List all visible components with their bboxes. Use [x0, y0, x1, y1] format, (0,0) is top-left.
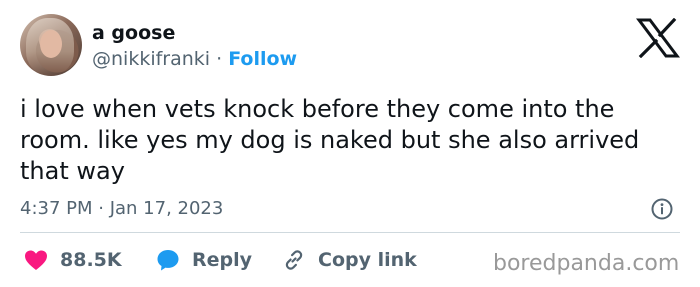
tweet-card: a goose @nikkifranki · Follow i love whe… [0, 0, 700, 287]
divider [20, 232, 680, 233]
copy-link-label: Copy link [318, 249, 417, 271]
display-name[interactable]: a goose [92, 22, 175, 44]
reply-button[interactable]: Reply [156, 248, 252, 272]
copy-link-button[interactable]: Copy link [282, 248, 417, 272]
x-logo[interactable] [636, 18, 680, 58]
reply-bubble-icon [157, 250, 179, 271]
timestamp[interactable]: 4:37 PM · Jan 17, 2023 [20, 198, 223, 219]
separator-dot: · [210, 48, 229, 70]
info-icon[interactable] [651, 198, 673, 220]
watermark: boredpanda.com [493, 251, 680, 276]
tweet-text: i love when vets knock before they come … [20, 95, 640, 185]
heart-icon [25, 250, 47, 270]
avatar-face [40, 30, 62, 58]
handle-line: @nikkifranki · Follow [92, 48, 297, 70]
follow-link[interactable]: Follow [228, 48, 297, 70]
reply-label: Reply [192, 249, 253, 271]
user-handle[interactable]: @nikkifranki [92, 48, 210, 70]
like-button[interactable]: 88.5K [24, 248, 122, 272]
avatar[interactable] [20, 14, 82, 76]
like-count: 88.5K [60, 249, 122, 271]
link-icon [285, 250, 303, 270]
